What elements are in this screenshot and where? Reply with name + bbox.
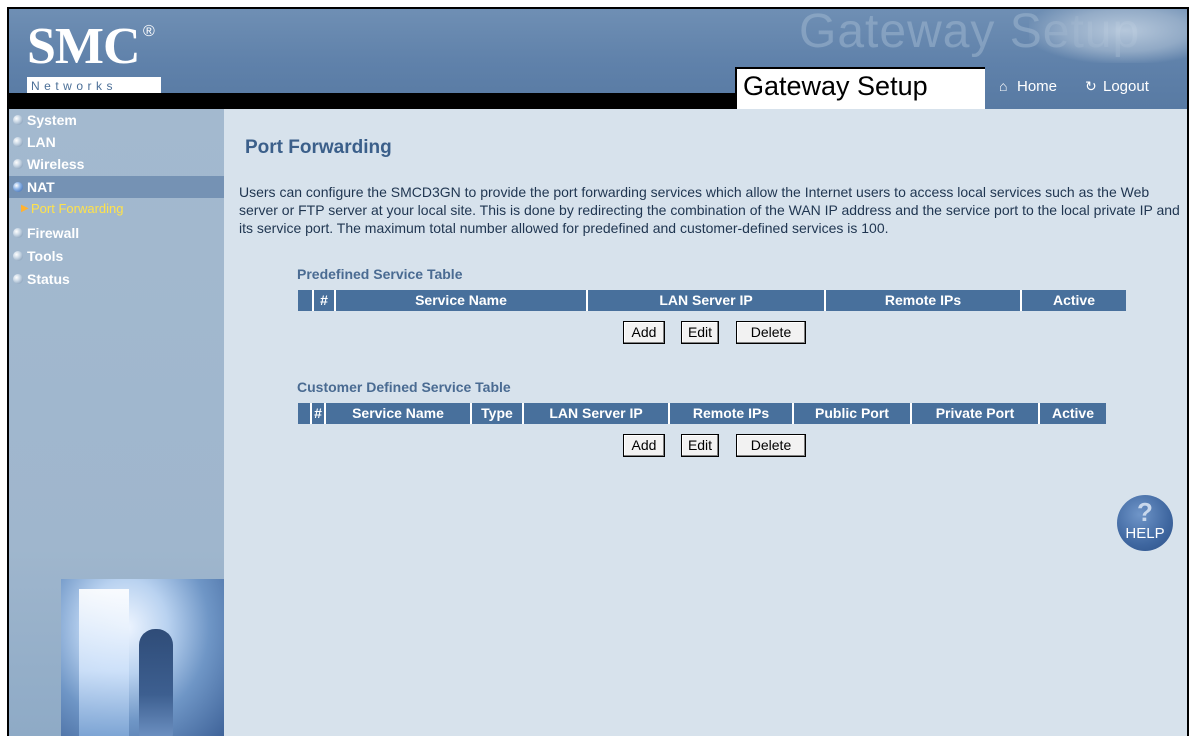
- page-title: Port Forwarding: [245, 137, 392, 158]
- home-link[interactable]: ⌂ Home: [999, 77, 1057, 96]
- predefined-table-title: Predefined Service Table: [297, 266, 463, 282]
- customer-table-title: Customer Defined Service Table: [297, 379, 511, 395]
- header-divider-bar: [9, 93, 737, 109]
- sidebar-item-label: Status: [27, 271, 70, 287]
- customer-table-header: # Service Name Type LAN Server IP Remote…: [298, 403, 1106, 424]
- logo-text: SMC: [27, 18, 141, 75]
- sidebar-item-label: LAN: [27, 134, 56, 150]
- logo-registered-mark: ®: [143, 23, 155, 40]
- column-header: Active: [1038, 403, 1106, 424]
- column-header: Public Port: [792, 403, 910, 424]
- column-header: #: [310, 403, 324, 424]
- sidebar-item-status[interactable]: Status: [9, 268, 224, 290]
- sidebar-item-system[interactable]: System: [9, 109, 224, 131]
- column-header: Service Name: [334, 290, 586, 311]
- photo-person: [139, 629, 173, 736]
- smc-logo: SMC ® Networks: [27, 19, 177, 95]
- predefined-delete-button[interactable]: Delete: [736, 321, 806, 344]
- bullet-icon: [13, 274, 23, 284]
- sidebar-item-label: Firewall: [27, 225, 80, 241]
- sidebar-item-lan[interactable]: LAN: [9, 131, 224, 153]
- arrow-right-icon: ▶: [21, 203, 29, 214]
- column-header: Remote IPs: [824, 290, 1020, 311]
- bullet-icon: [13, 251, 23, 261]
- column-header: LAN Server IP: [522, 403, 668, 424]
- predefined-table-header: # Service Name LAN Server IP Remote IPs …: [298, 290, 1126, 311]
- logout-icon: ↻: [1085, 78, 1097, 94]
- bullet-icon: [13, 182, 23, 192]
- browser-frame: SMC ® Networks Gateway Setup Gateway Set…: [7, 7, 1189, 736]
- photo-doorway: [79, 589, 129, 736]
- home-icon: ⌂: [999, 78, 1008, 94]
- customer-edit-button[interactable]: Edit: [681, 434, 719, 457]
- header: SMC ® Networks Gateway Setup Gateway Set…: [9, 9, 1187, 109]
- sidebar-item-tools[interactable]: Tools: [9, 245, 224, 267]
- column-header: [298, 290, 312, 311]
- sidebar-subitem-port-forwarding[interactable]: ▶ Port Forwarding: [9, 199, 224, 219]
- column-header: #: [312, 290, 334, 311]
- sidebar-photo: [61, 579, 224, 736]
- sidebar-item-label: Wireless: [27, 156, 85, 172]
- sidebar-item-label: NAT: [27, 179, 55, 195]
- sidebar-item-firewall[interactable]: Firewall: [9, 222, 224, 244]
- bullet-icon: [13, 228, 23, 238]
- column-header: Type: [470, 403, 522, 424]
- sidebar-item-label: Tools: [27, 248, 64, 264]
- page-description: Users can configure the SMCD3GN to provi…: [239, 184, 1180, 236]
- gateway-setup-title: Gateway Setup: [743, 71, 928, 101]
- home-label: Home: [1017, 78, 1058, 95]
- help-label: HELP: [1125, 525, 1165, 542]
- header-swoosh-graphic: [1029, 9, 1187, 63]
- main-content: Port Forwarding Users can configure the …: [224, 109, 1187, 736]
- help-button[interactable]: ? HELP: [1117, 495, 1173, 551]
- question-mark-icon: ?: [1137, 497, 1153, 527]
- column-header: Private Port: [910, 403, 1038, 424]
- logout-link[interactable]: ↻ Logout: [1085, 77, 1149, 96]
- bullet-icon: [13, 137, 23, 147]
- sidebar-subitem-label: Port Forwarding: [31, 201, 124, 216]
- column-header: [298, 403, 310, 424]
- column-header: Remote IPs: [668, 403, 792, 424]
- customer-delete-button[interactable]: Delete: [736, 434, 806, 457]
- sidebar-item-label: System: [27, 112, 77, 128]
- bullet-icon: [13, 115, 23, 125]
- column-header: LAN Server IP: [586, 290, 824, 311]
- column-header: Service Name: [324, 403, 470, 424]
- sidebar-item-nat[interactable]: NAT: [9, 176, 224, 198]
- predefined-add-button[interactable]: Add: [623, 321, 665, 344]
- column-header: Active: [1020, 290, 1126, 311]
- customer-add-button[interactable]: Add: [623, 434, 665, 457]
- sidebar-item-wireless[interactable]: Wireless: [9, 153, 224, 175]
- page-title-tab: Gateway Setup: [735, 67, 985, 109]
- bullet-icon: [13, 159, 23, 169]
- predefined-edit-button[interactable]: Edit: [681, 321, 719, 344]
- logout-label: Logout: [1103, 78, 1149, 95]
- sidebar: System LAN Wireless NAT ▶ Port Forwardin…: [9, 109, 224, 736]
